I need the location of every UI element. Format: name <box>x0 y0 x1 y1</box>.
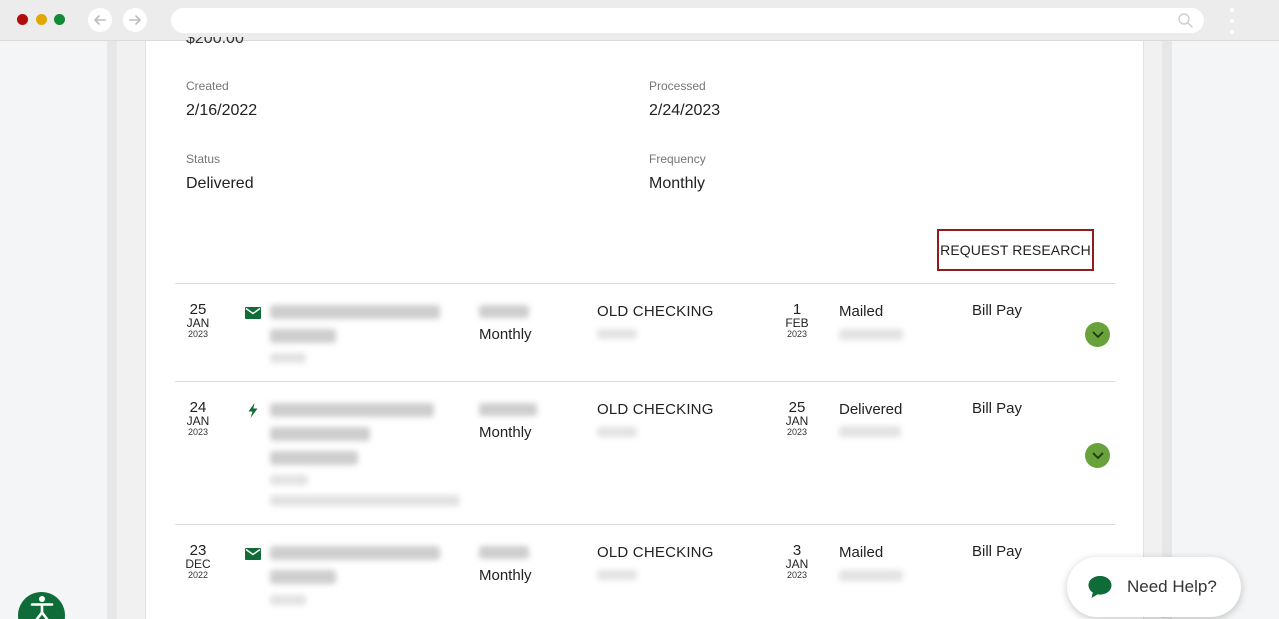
row-account: OLD CHECKING <box>597 401 714 418</box>
arrow-left-icon <box>94 15 106 25</box>
forward-button[interactable] <box>123 8 147 32</box>
frequency-label: Frequency <box>649 152 706 166</box>
payee-detail-redacted <box>270 353 306 363</box>
browser-toolbar <box>0 0 1279 41</box>
divider <box>175 283 1115 284</box>
row-status: Mailed <box>839 303 884 320</box>
processed-label: Processed <box>649 79 706 93</box>
payee-detail-redacted <box>270 475 308 485</box>
payee-name-redacted <box>270 329 336 343</box>
mail-icon <box>245 307 261 319</box>
confirmation-number-redacted <box>839 426 901 437</box>
divider <box>175 524 1115 525</box>
need-help-label: Need Help? <box>1127 577 1217 596</box>
payee-name-redacted <box>270 546 440 560</box>
page-margin-right <box>1172 41 1279 619</box>
status-label: Status <box>186 152 221 166</box>
created-label: Created <box>186 79 229 93</box>
chat-bubble-icon <box>1088 576 1112 598</box>
payee-name-redacted <box>270 427 370 441</box>
address-bar[interactable] <box>171 8 1204 33</box>
confirmation-number-redacted <box>839 570 903 581</box>
payee-name-redacted <box>270 570 336 584</box>
search-icon <box>1178 13 1193 28</box>
row-category: Bill Pay <box>972 543 1023 560</box>
account-number-redacted <box>597 570 637 580</box>
chevron-down-icon <box>1092 452 1103 459</box>
minimize-window-dot[interactable] <box>36 14 47 25</box>
maximize-window-dot[interactable] <box>54 14 65 25</box>
close-window-dot[interactable] <box>17 14 28 25</box>
row-status: Delivered <box>839 401 903 418</box>
accessibility-icon <box>30 596 53 619</box>
transaction-date: 23 DEC 2022 <box>185 542 211 580</box>
processed-value: 2/24/2023 <box>649 102 721 119</box>
row-account: OLD CHECKING <box>597 303 714 320</box>
confirmation-number-redacted <box>839 329 903 340</box>
payee-name-redacted <box>270 451 358 465</box>
payee-detail-redacted <box>270 595 306 605</box>
row-category: Bill Pay <box>972 400 1023 417</box>
status-value: Delivered <box>186 175 254 192</box>
row-frequency: Monthly <box>479 326 532 343</box>
mail-icon <box>245 548 261 560</box>
row-status: Mailed <box>839 544 884 561</box>
payee-name-redacted <box>270 305 440 319</box>
arrow-right-icon <box>129 15 141 25</box>
lightning-icon <box>248 403 258 418</box>
account-number-redacted <box>597 329 637 339</box>
amount-redacted <box>479 305 529 318</box>
created-value: 2/16/2022 <box>186 102 258 119</box>
expand-row-button[interactable] <box>1085 443 1110 468</box>
transaction-date: 25 JAN 2023 <box>186 301 210 339</box>
row-frequency: Monthly <box>479 567 532 584</box>
chevron-down-icon <box>1092 331 1103 338</box>
browser-menu-icon[interactable] <box>1228 8 1236 34</box>
back-button[interactable] <box>88 8 112 32</box>
need-help-button[interactable]: Need Help? <box>1067 557 1241 617</box>
account-number-redacted <box>597 427 637 437</box>
row-account: OLD CHECKING <box>597 544 714 561</box>
page-margin-left <box>0 41 107 619</box>
row-category: Bill Pay <box>972 302 1023 319</box>
frequency-value: Monthly <box>649 175 706 192</box>
request-research-button[interactable]: REQUEST RESEARCH <box>937 229 1094 271</box>
deliver-date: 25 JAN 2023 <box>785 399 809 437</box>
deliver-date: 3 JAN 2023 <box>785 542 809 580</box>
deliver-date: 1 FEB 2023 <box>785 301 809 339</box>
research-note-redacted <box>270 495 460 506</box>
amount-redacted <box>479 546 529 559</box>
amount-redacted <box>479 403 537 416</box>
row-frequency: Monthly <box>479 424 532 441</box>
payee-name-redacted <box>270 403 434 417</box>
transaction-date: 24 JAN 2023 <box>186 399 210 437</box>
divider <box>175 381 1115 382</box>
expand-row-button[interactable] <box>1085 322 1110 347</box>
